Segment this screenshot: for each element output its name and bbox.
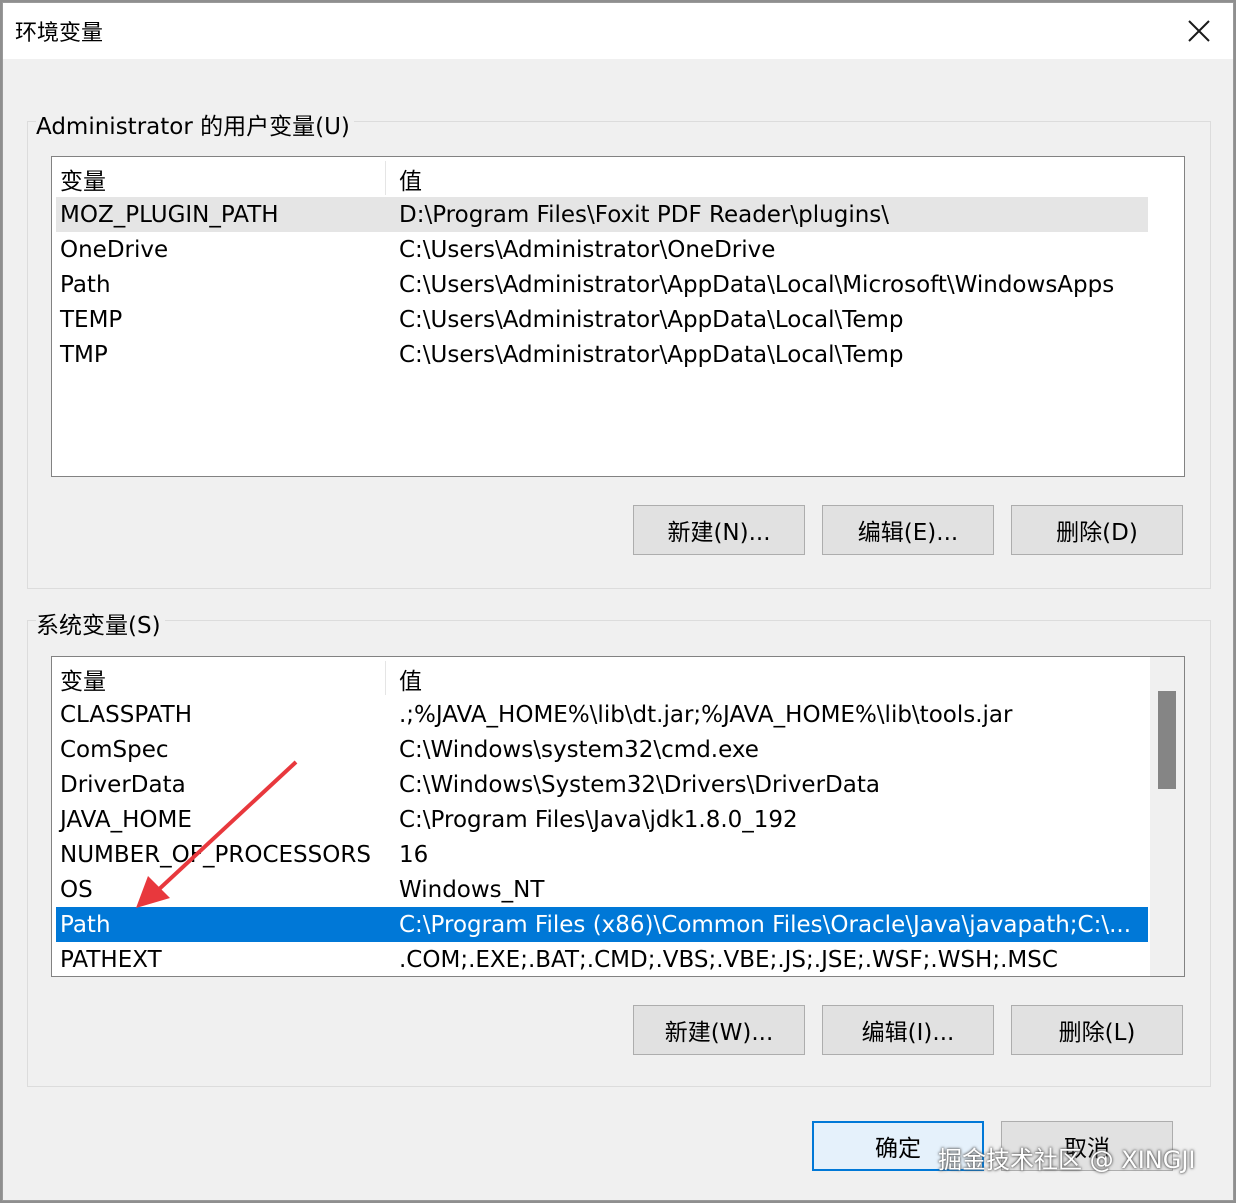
annotation-arrow-icon [136, 760, 298, 908]
watermark: 掘金技术社区 @ XINGJI [938, 1146, 1196, 1174]
